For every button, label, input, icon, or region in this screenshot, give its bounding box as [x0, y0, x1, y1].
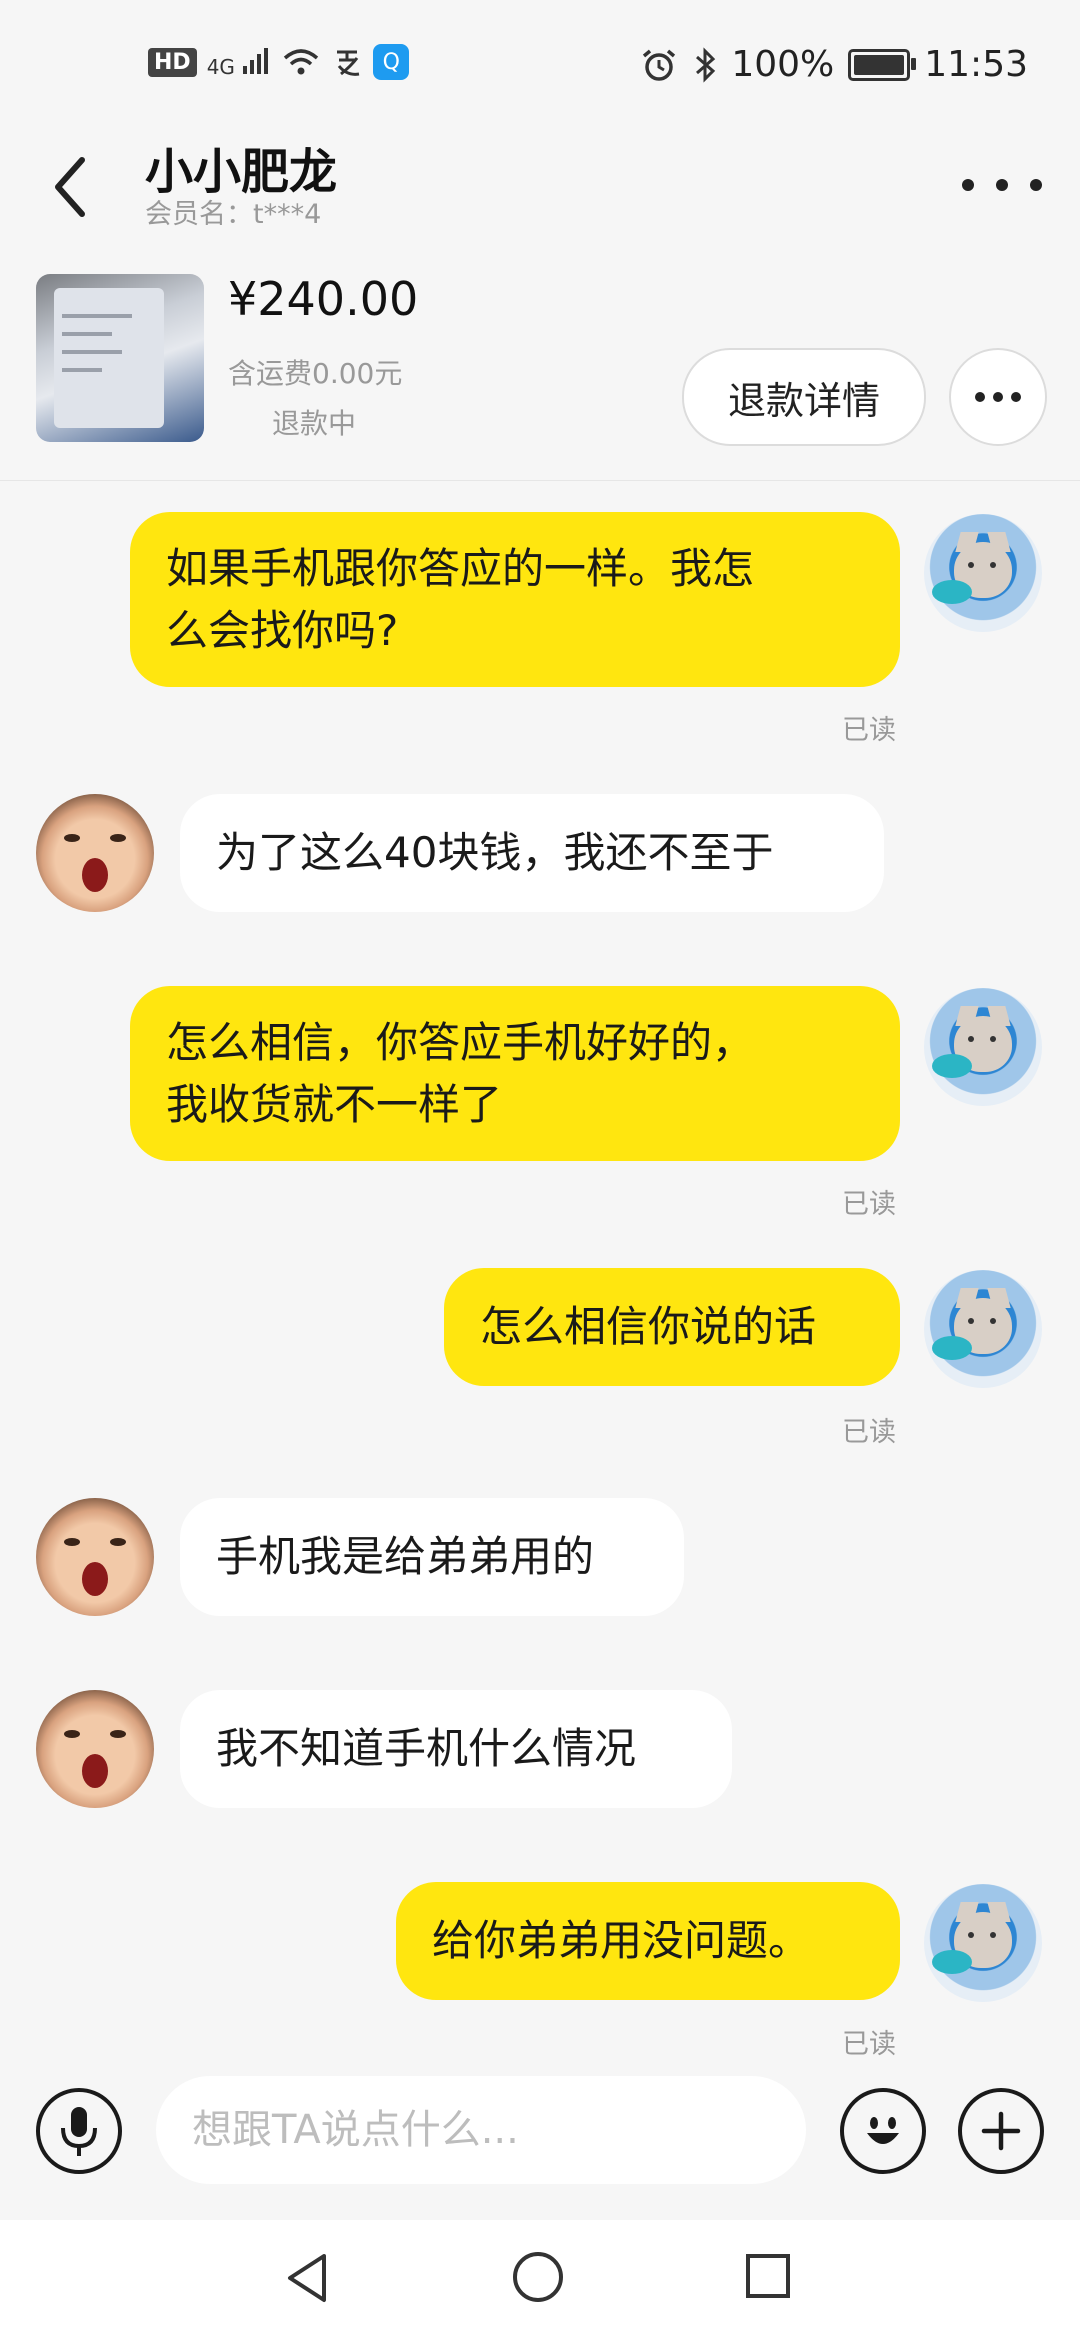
network-type-label: 4G: [206, 54, 235, 79]
message-line: 手机我是给弟弟用的: [216, 1532, 595, 1581]
wifi-icon: [284, 49, 319, 75]
more-dot-icon: [993, 392, 1003, 402]
thumbnail-line: [62, 332, 112, 336]
status-right-icons: 100% 11:53: [639, 44, 1028, 85]
order-more-button[interactable]: [949, 348, 1047, 446]
4g-signal-icon: 4G: [207, 46, 272, 79]
message-line: 我不知道手机什么情况: [216, 1724, 637, 1773]
read-status: 已读: [842, 715, 896, 746]
system-navigation-bar: [0, 2220, 1080, 2340]
battery-icon: [848, 48, 917, 81]
more-dot-icon: [1030, 179, 1042, 191]
clock: 11:53: [924, 44, 1028, 85]
microphone-icon: [61, 2107, 97, 2156]
thumbnail-line: [62, 368, 102, 372]
my-avatar[interactable]: [924, 988, 1042, 1106]
read-status: 已读: [842, 2029, 896, 2060]
message-line: 为了这么40块钱，我还不至于: [216, 828, 774, 877]
contact-message-bubble[interactable]: 我不知道手机什么情况: [180, 1690, 732, 1808]
contact-message-bubble[interactable]: 为了这么40块钱，我还不至于: [180, 794, 884, 912]
message-line: 如果手机跟你答应的一样。我怎: [166, 544, 755, 593]
refund-details-button[interactable]: 退款详情: [682, 348, 926, 446]
bluetooth-icon: [696, 46, 716, 83]
my-avatar[interactable]: [924, 1884, 1042, 2002]
message-line: 我收货就不一样了: [166, 1080, 503, 1129]
my-avatar[interactable]: [924, 514, 1042, 632]
contact-avatar[interactable]: [36, 794, 154, 912]
voice-button[interactable]: [36, 2088, 122, 2174]
order-card[interactable]: ¥240.00 含运费0.00元 退款中 退款详情: [0, 262, 1080, 481]
battery-percent: 100%: [731, 44, 835, 85]
back-icon[interactable]: [40, 142, 104, 232]
read-status: 已读: [842, 1417, 896, 1448]
more-dot-icon: [975, 392, 985, 402]
emoji-button[interactable]: [840, 2088, 926, 2174]
chat-header: 小小肥龙 会员名：t***4: [0, 130, 1080, 250]
app-badge-icon: Q: [373, 44, 410, 80]
order-price: ¥240.00: [228, 272, 419, 326]
plus-icon: [981, 2111, 1021, 2151]
signal-bars-icon: [243, 47, 269, 74]
nav-home-icon[interactable]: [513, 2252, 563, 2302]
thumbnail-screen: [54, 288, 164, 428]
my-avatar[interactable]: [924, 1270, 1042, 1388]
more-dot-icon: [962, 179, 974, 191]
smiley-icon: [867, 2117, 899, 2144]
alipay-icon: [337, 50, 360, 76]
message-line: 给你弟弟用没问题。: [432, 1916, 811, 1965]
contact-avatar[interactable]: [36, 1498, 154, 1616]
input-bar: [0, 2070, 1080, 2220]
hd-icon: HD: [148, 47, 197, 77]
thumbnail-line: [62, 314, 132, 318]
my-message-bubble[interactable]: 如果手机跟你答应的一样。我怎 么会找你吗?: [130, 512, 900, 687]
message-line: 怎么相信，你答应手机好好的，: [166, 1018, 755, 1067]
my-message-bubble[interactable]: 怎么相信你说的话: [444, 1268, 900, 1386]
alarm-icon: [643, 49, 676, 81]
read-status: 已读: [842, 1189, 896, 1220]
status-left-icons: HD 4G Q: [148, 44, 410, 80]
member-name: 会员名：t***4: [145, 199, 322, 230]
contact-message-bubble[interactable]: 手机我是给弟弟用的: [180, 1498, 684, 1616]
nav-recent-apps-icon[interactable]: [746, 2254, 790, 2298]
message-line: 么会找你吗?: [166, 606, 399, 655]
message-line: 怎么相信你说的话: [480, 1302, 817, 1351]
more-options-button[interactable]: [962, 160, 1042, 210]
more-dot-icon: [1011, 392, 1021, 402]
my-message-bubble[interactable]: 给你弟弟用没问题。: [396, 1882, 900, 2000]
product-thumbnail[interactable]: [36, 274, 204, 442]
contact-avatar[interactable]: [36, 1690, 154, 1808]
refund-status: 退款中: [272, 407, 357, 440]
thumbnail-line: [62, 350, 122, 354]
message-input[interactable]: [156, 2076, 806, 2184]
shipping-fee: 含运费0.00元: [228, 357, 403, 390]
status-bar: HD 4G Q 100% 11:53: [0, 0, 1080, 130]
nav-back-icon[interactable]: [282, 2250, 332, 2306]
my-message-bubble[interactable]: 怎么相信，你答应手机好好的， 我收货就不一样了: [130, 986, 900, 1161]
more-dot-icon: [996, 179, 1008, 191]
add-button[interactable]: [958, 2088, 1044, 2174]
